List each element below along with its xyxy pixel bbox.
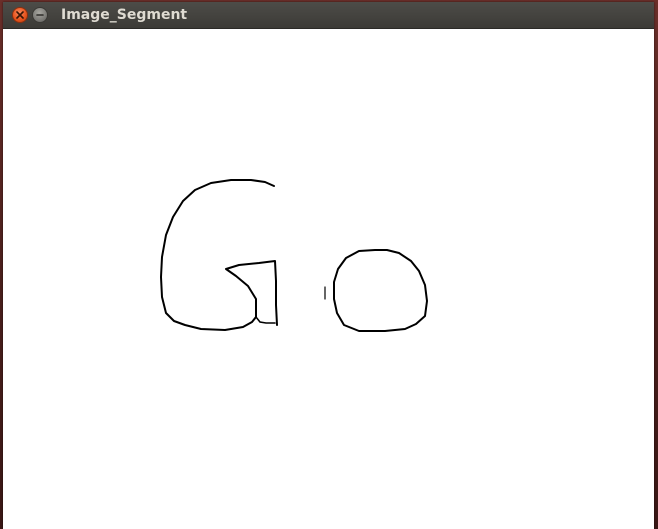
close-button[interactable] bbox=[12, 7, 28, 23]
minimize-button[interactable] bbox=[32, 7, 48, 23]
contour-g-stem bbox=[255, 316, 276, 324]
minimize-icon bbox=[36, 14, 44, 16]
contour-o bbox=[333, 249, 428, 332]
contour-g bbox=[160, 179, 278, 331]
window-title: Image_Segment bbox=[61, 7, 188, 23]
segmentation-contours bbox=[160, 179, 428, 332]
title-bar[interactable]: Image_Segment bbox=[3, 2, 654, 29]
close-icon bbox=[16, 11, 24, 19]
image-canvas[interactable] bbox=[3, 29, 654, 529]
app-window: Image_Segment bbox=[3, 2, 654, 529]
